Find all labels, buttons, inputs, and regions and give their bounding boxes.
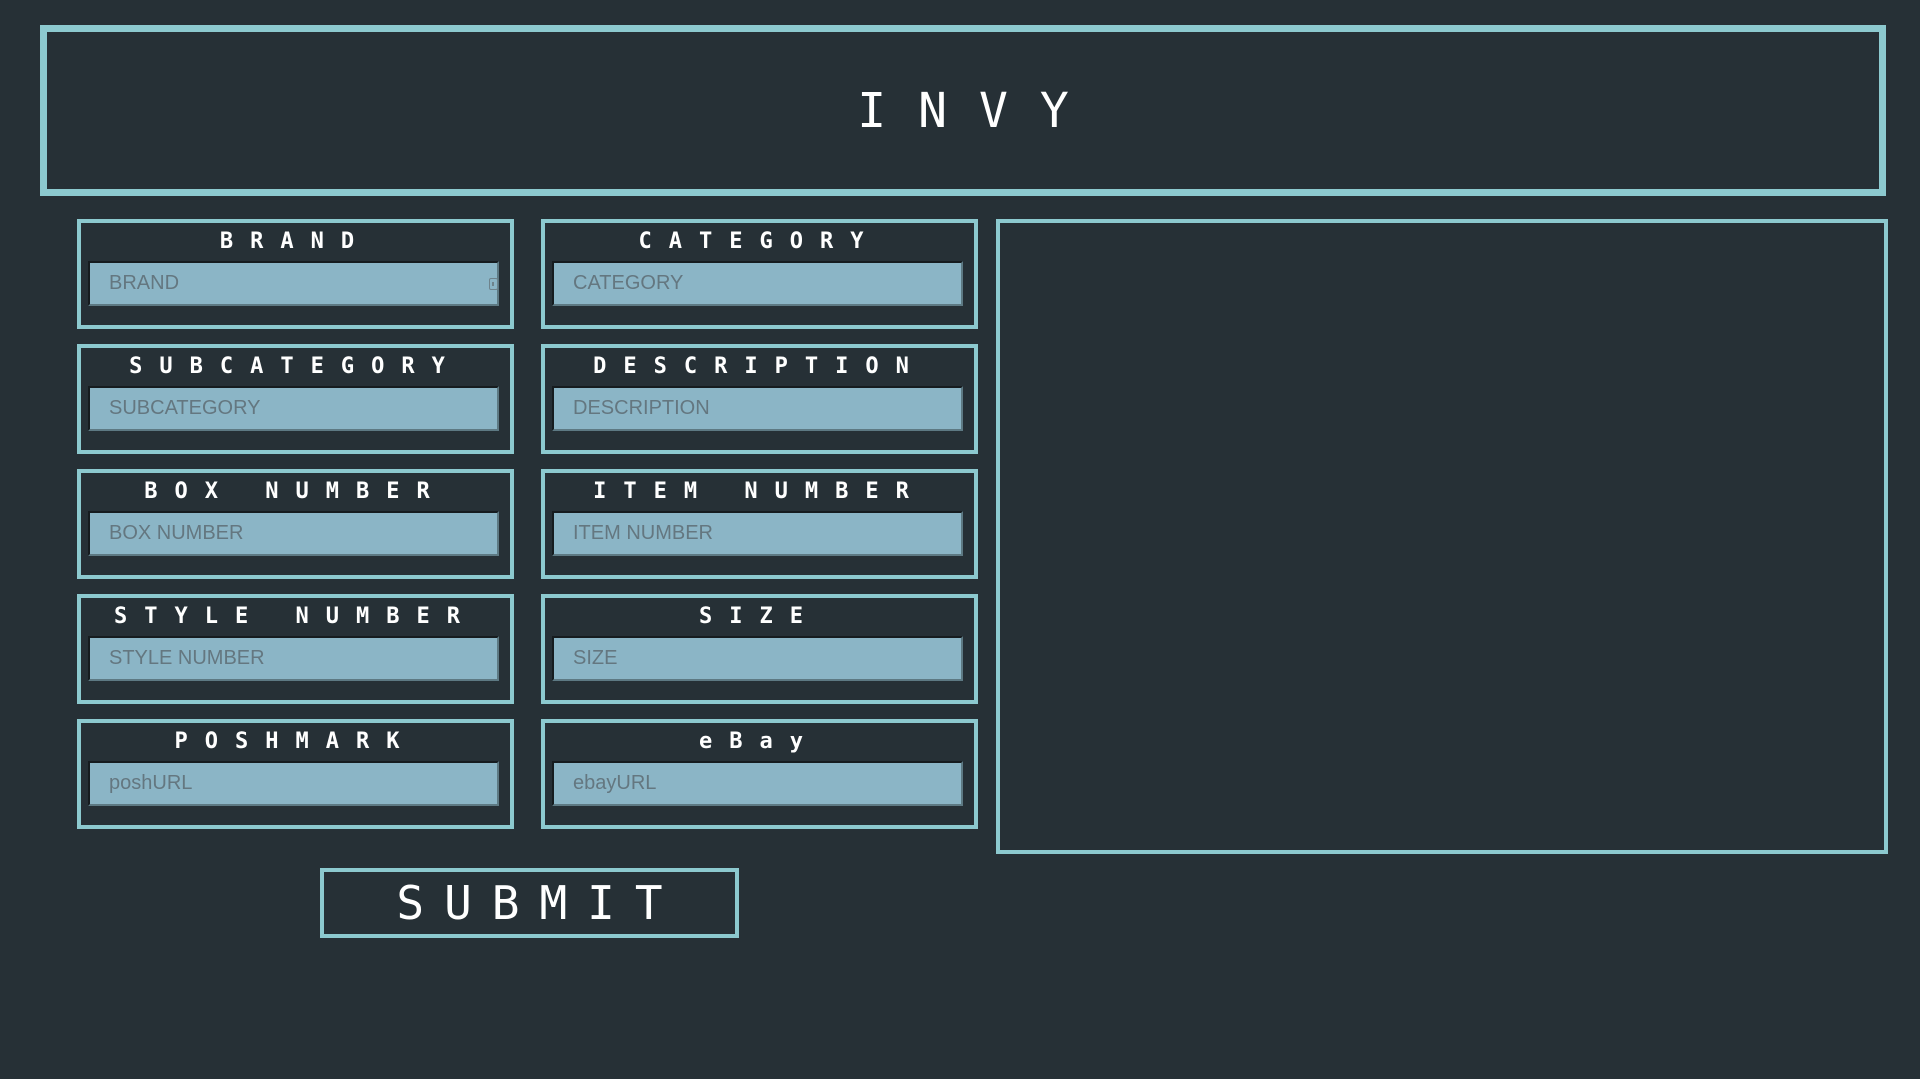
style-number-label: STYLE NUMBER bbox=[114, 604, 477, 629]
app-header: INVY bbox=[40, 25, 1886, 196]
ebay-label: eBay bbox=[699, 729, 820, 754]
category-label: CATEGORY bbox=[638, 229, 881, 254]
brand-input[interactable] bbox=[88, 261, 499, 306]
autofill-icon[interactable] bbox=[489, 278, 498, 290]
subcategory-input[interactable] bbox=[88, 386, 499, 431]
size-input[interactable] bbox=[552, 636, 963, 681]
ebay-field-group: eBay bbox=[541, 719, 978, 829]
submit-button[interactable]: SUBMIT bbox=[320, 868, 739, 938]
brand-label: BRAND bbox=[219, 229, 372, 254]
app-title: INVY bbox=[857, 82, 1101, 139]
poshmark-field-group: POSHMARK bbox=[77, 719, 514, 829]
size-field-group: SIZE bbox=[541, 594, 978, 704]
category-field-group: CATEGORY bbox=[541, 219, 978, 329]
description-label: DESCRIPTION bbox=[593, 354, 926, 379]
size-label: SIZE bbox=[699, 604, 820, 629]
item-number-label: ITEM NUMBER bbox=[593, 479, 926, 504]
subcategory-label: SUBCATEGORY bbox=[129, 354, 462, 379]
preview-panel bbox=[996, 219, 1888, 854]
box-number-field-group: BOX NUMBER bbox=[77, 469, 514, 579]
box-number-label: BOX NUMBER bbox=[144, 479, 447, 504]
style-number-input[interactable] bbox=[88, 636, 499, 681]
description-field-group: DESCRIPTION bbox=[541, 344, 978, 454]
ebay-url-input[interactable] bbox=[552, 761, 963, 806]
subcategory-field-group: SUBCATEGORY bbox=[77, 344, 514, 454]
poshmark-url-input[interactable] bbox=[88, 761, 499, 806]
category-input[interactable] bbox=[552, 261, 963, 306]
poshmark-label: POSHMARK bbox=[174, 729, 417, 754]
item-number-input[interactable] bbox=[552, 511, 963, 556]
style-number-field-group: STYLE NUMBER bbox=[77, 594, 514, 704]
item-number-field-group: ITEM NUMBER bbox=[541, 469, 978, 579]
description-input[interactable] bbox=[552, 386, 963, 431]
box-number-input[interactable] bbox=[88, 511, 499, 556]
brand-field-group: BRAND bbox=[77, 219, 514, 329]
